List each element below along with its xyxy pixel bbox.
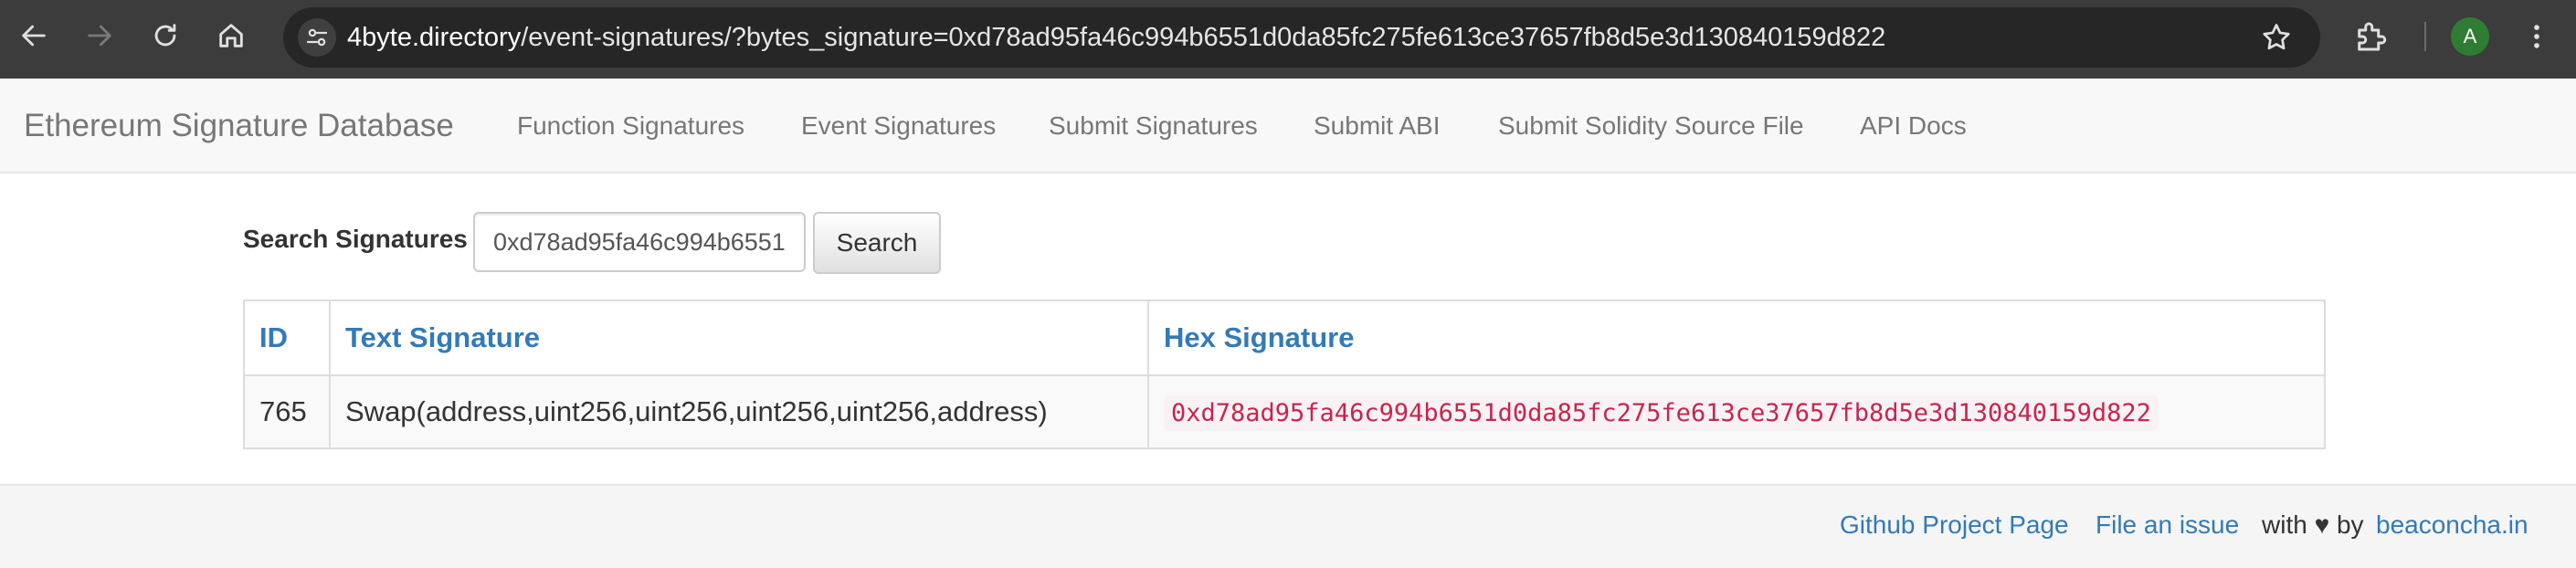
footer-with-love-text: with ♥ by [2262,510,2364,539]
table-row: 765 Swap(address,uint256,uint256,uint256… [243,374,2326,449]
browser-toolbar: 4byte.directory/event-signatures/?bytes_… [0,0,2576,79]
cell-hex-signature: 0xd78ad95fa46c994b6551d0da85fc275fe613ce… [1147,374,2326,449]
header-hex-signature[interactable]: Hex Signature [1147,300,2326,376]
site-navbar: Ethereum Signature Database Function Sig… [0,79,2576,174]
header-text-signature[interactable]: Text Signature [329,300,1149,376]
bookmark-star-icon[interactable] [2260,21,2293,54]
header-id[interactable]: ID [243,300,331,376]
forward-arrow-icon[interactable] [81,17,118,54]
nav-api-docs[interactable]: API Docs [1860,79,1967,174]
search-button[interactable]: Search [813,212,941,274]
search-input[interactable] [473,212,806,272]
home-icon[interactable] [213,17,249,54]
nav-submit-abi[interactable]: Submit ABI [1314,79,1441,174]
search-label: Search Signatures [243,225,468,253]
nav-submit-signatures[interactable]: Submit Signatures [1049,79,1258,174]
back-arrow-icon[interactable] [16,17,52,54]
kebab-menu-icon[interactable] [2518,17,2556,56]
profile-avatar[interactable]: A [2451,17,2489,56]
nav-function-signatures[interactable]: Function Signatures [517,79,744,174]
url-text[interactable]: 4byte.directory/event-signatures/?bytes_… [347,7,1885,68]
site-footer: Github Project Page File an issue with ♥… [0,484,2576,568]
reload-icon[interactable] [147,17,184,54]
hex-signature-code: 0xd78ad95fa46c994b6551d0da85fc275fe613ce… [1164,395,2159,431]
table-header-row: ID Text Signature Hex Signature [243,300,2326,376]
url-host: 4byte.directory [347,23,522,52]
extensions-puzzle-icon[interactable] [2351,17,2390,56]
nav-event-signatures[interactable]: Event Signatures [801,79,996,174]
cell-text-signature: Swap(address,uint256,uint256,uint256,uin… [329,374,1149,449]
url-path: /event-signatures/?bytes_signature=0xd78… [521,23,1886,52]
toolbar-divider [2424,22,2426,51]
beaconchain-link[interactable]: beaconcha.in [2376,486,2528,564]
nav-submit-solidity-source[interactable]: Submit Solidity Source File [1498,79,1804,174]
signature-table: ID Text Signature Hex Signature 765 Swap… [243,300,2326,449]
github-project-link[interactable]: Github Project Page [1840,486,2069,564]
site-brand[interactable]: Ethereum Signature Database [24,79,454,174]
cell-id: 765 [243,374,331,449]
site-info-icon[interactable] [298,18,336,57]
file-issue-link[interactable]: File an issue [2096,486,2239,564]
address-bar[interactable]: 4byte.directory/event-signatures/?bytes_… [283,7,2320,68]
